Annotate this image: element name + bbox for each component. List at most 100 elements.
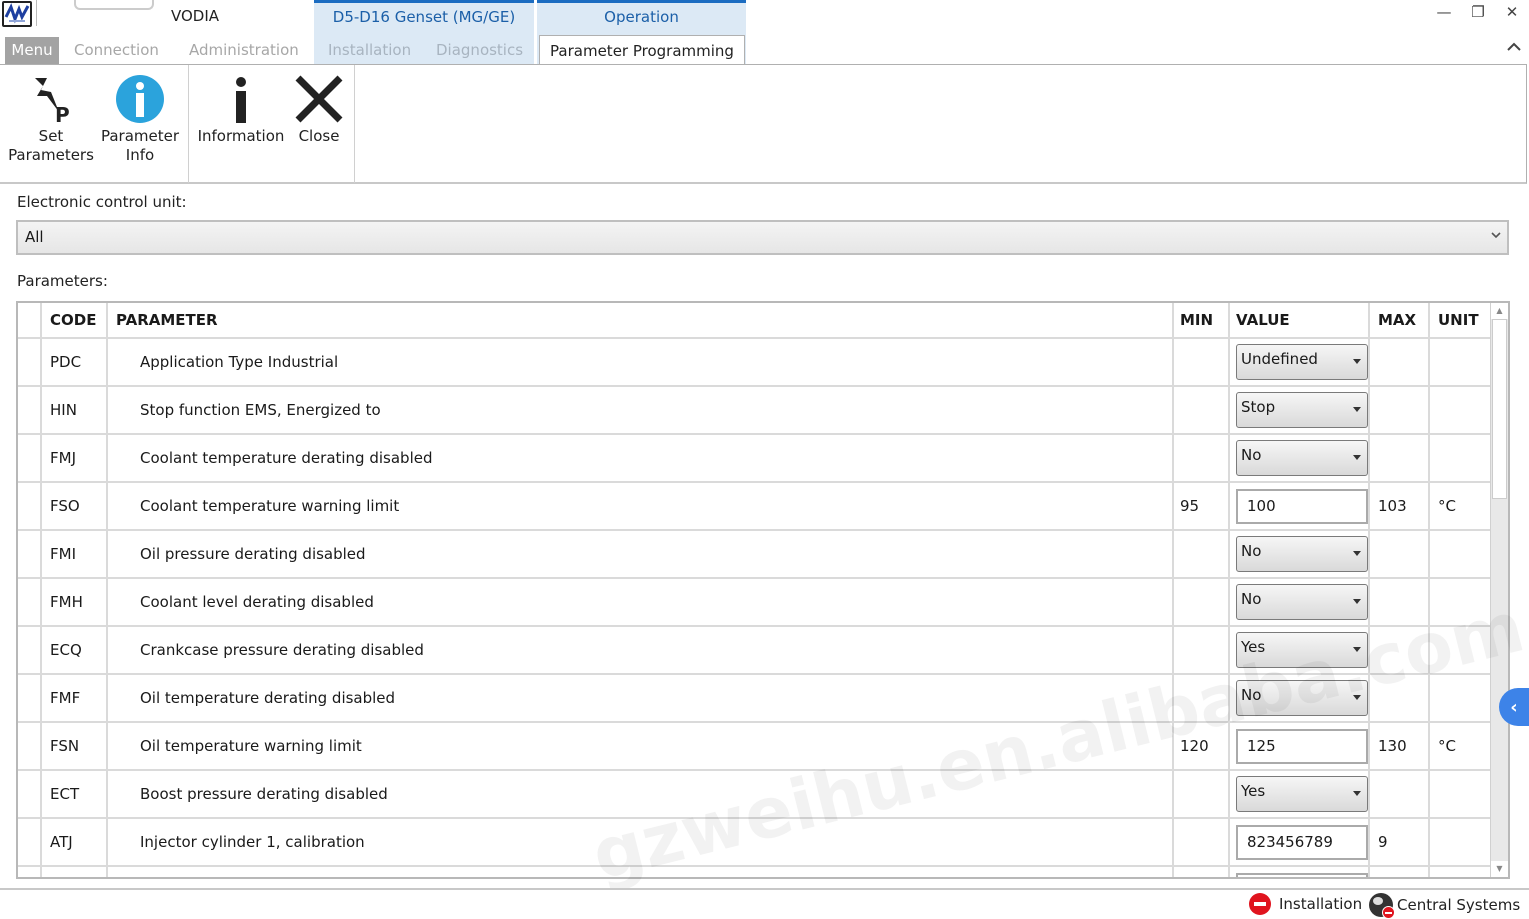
cell-code: ECQ [42,627,108,673]
status-bar: Installation Central Systems [0,888,1529,919]
status-central-systems[interactable]: Central Systems [1369,893,1520,919]
quick-access-button[interactable] [74,0,154,10]
close-x-icon [292,71,346,127]
cell-parameter: Oil pressure derating disabled [108,531,1174,577]
close-window-button[interactable]: ✕ [1495,0,1529,24]
value-dropdown[interactable]: No [1236,536,1368,572]
row-selector[interactable] [18,531,42,577]
row-selector[interactable] [18,867,42,877]
value-input[interactable]: 100 [1236,488,1368,524]
row-selector[interactable] [18,483,42,529]
column-header-unit[interactable]: UNIT [1430,303,1490,337]
column-header-parameter[interactable]: PARAMETER [108,303,1174,337]
side-panel-toggle[interactable]: ‹ [1499,688,1529,726]
value-input[interactable] [1236,872,1368,877]
tab-menu[interactable]: Menu [5,37,59,65]
row-selector[interactable] [18,579,42,625]
cell-unit [1430,771,1490,817]
value-dropdown[interactable]: No [1236,584,1368,620]
value-dropdown-text: No [1241,590,1262,608]
table-row[interactable]: FMF Oil temperature derating disabled No [18,675,1492,723]
table-row[interactable]: FMJ Coolant temperature derating disabled… [18,435,1492,483]
value-input[interactable]: 125 [1236,728,1368,764]
table-row[interactable]: FSN Oil temperature warning limit 120 125 13… [18,723,1492,771]
cell-min [1174,627,1230,673]
information-button[interactable]: Information [194,71,288,146]
restore-button[interactable]: ❐ [1461,0,1495,24]
title-bar: VODIA D5-D16 Genset (MG/GE) Operation — … [0,0,1529,64]
cell-value: Undefined [1230,339,1370,385]
row-selector[interactable] [18,627,42,673]
ecu-select[interactable]: All [16,220,1509,255]
row-selector[interactable] [18,387,42,433]
set-parameters-button[interactable]: P Set Parameters [6,71,96,165]
cell-code: FMI [42,531,108,577]
tab-administration[interactable]: Administration [189,37,299,65]
collapse-ribbon-icon[interactable] [1507,40,1521,55]
scroll-down-icon[interactable]: ▼ [1491,861,1508,877]
cell-max [1370,435,1430,481]
globe-disconnected-icon [1369,893,1395,919]
tab-parameter-programming[interactable]: Parameter Programming [539,35,745,66]
cell-min [1174,339,1230,385]
parameter-info-label-2: Info [125,146,155,164]
value-dropdown-text: No [1241,542,1262,560]
scroll-up-icon[interactable]: ▲ [1491,303,1508,319]
value-dropdown-text: No [1241,686,1262,704]
parameters-grid: CODE PARAMETER MIN VALUE MAX UNIT PDC App… [16,301,1510,879]
table-row[interactable]: FMH Coolant level derating disabled No [18,579,1492,627]
table-row[interactable]: ATJ Injector cylinder 1, calibration 82345… [18,819,1492,867]
cell-max [1370,627,1430,673]
column-header-max[interactable]: MAX [1370,303,1430,337]
tab-diagnostics[interactable]: Diagnostics [436,37,523,65]
parameter-info-label-1: Parameter [100,127,180,145]
context-group-title: Operation [604,8,679,26]
column-header-min[interactable]: MIN [1174,303,1230,337]
cell-min [1174,771,1230,817]
value-dropdown[interactable]: Yes [1236,776,1368,812]
chevron-left-icon: ‹ [1510,696,1518,718]
close-button[interactable]: Close [292,71,346,146]
value-dropdown-text: Yes [1241,638,1266,656]
value-input[interactable]: 823456789 [1236,824,1368,860]
parameter-info-button[interactable]: Parameter Info [98,71,182,165]
table-row[interactable] [18,867,1492,877]
minimize-button[interactable]: — [1427,0,1461,24]
row-selector[interactable] [18,339,42,385]
value-dropdown-text: Undefined [1241,350,1318,368]
table-row[interactable]: FSO Coolant temperature warning limit 95 10… [18,483,1492,531]
vodia-logo-icon [2,1,32,27]
vertical-scrollbar[interactable]: ▲ ▼ [1490,303,1508,877]
tab-connection[interactable]: Connection [74,37,159,65]
table-row[interactable]: ECQ Crankcase pressure derating disabled Y… [18,627,1492,675]
table-row[interactable]: ECT Boost pressure derating disabled Yes [18,771,1492,819]
status-installation-label: Installation [1279,895,1363,913]
cell-unit [1430,867,1490,877]
row-selector[interactable] [18,819,42,865]
ribbon-separator [188,65,189,183]
value-dropdown[interactable]: Undefined [1236,344,1368,380]
value-dropdown-text: Yes [1241,782,1266,800]
table-row[interactable]: PDC Application Type Industrial Undefined [18,339,1492,387]
row-selector[interactable] [18,435,42,481]
row-selector[interactable] [18,675,42,721]
status-installation[interactable]: Installation [1249,893,1362,915]
value-dropdown[interactable]: No [1236,680,1368,716]
value-dropdown[interactable]: Stop [1236,392,1368,428]
row-selector[interactable] [18,771,42,817]
value-dropdown[interactable]: No [1236,440,1368,476]
value-dropdown-text: No [1241,446,1262,464]
table-row[interactable]: FMI Oil pressure derating disabled No [18,531,1492,579]
cell-unit [1430,579,1490,625]
value-dropdown[interactable]: Yes [1236,632,1368,668]
column-header-code[interactable]: CODE [42,303,108,337]
table-row[interactable]: HIN Stop function EMS, Energized to Stop [18,387,1492,435]
cell-min [1174,435,1230,481]
cell-parameter: Injector cylinder 1, calibration [108,819,1174,865]
tab-installation[interactable]: Installation [328,37,411,65]
row-selector[interactable] [18,723,42,769]
scroll-thumb[interactable] [1492,319,1507,499]
dropdown-arrow-icon [1353,647,1361,652]
column-header-value[interactable]: VALUE [1230,303,1370,337]
value-input-text: 100 [1247,496,1276,515]
